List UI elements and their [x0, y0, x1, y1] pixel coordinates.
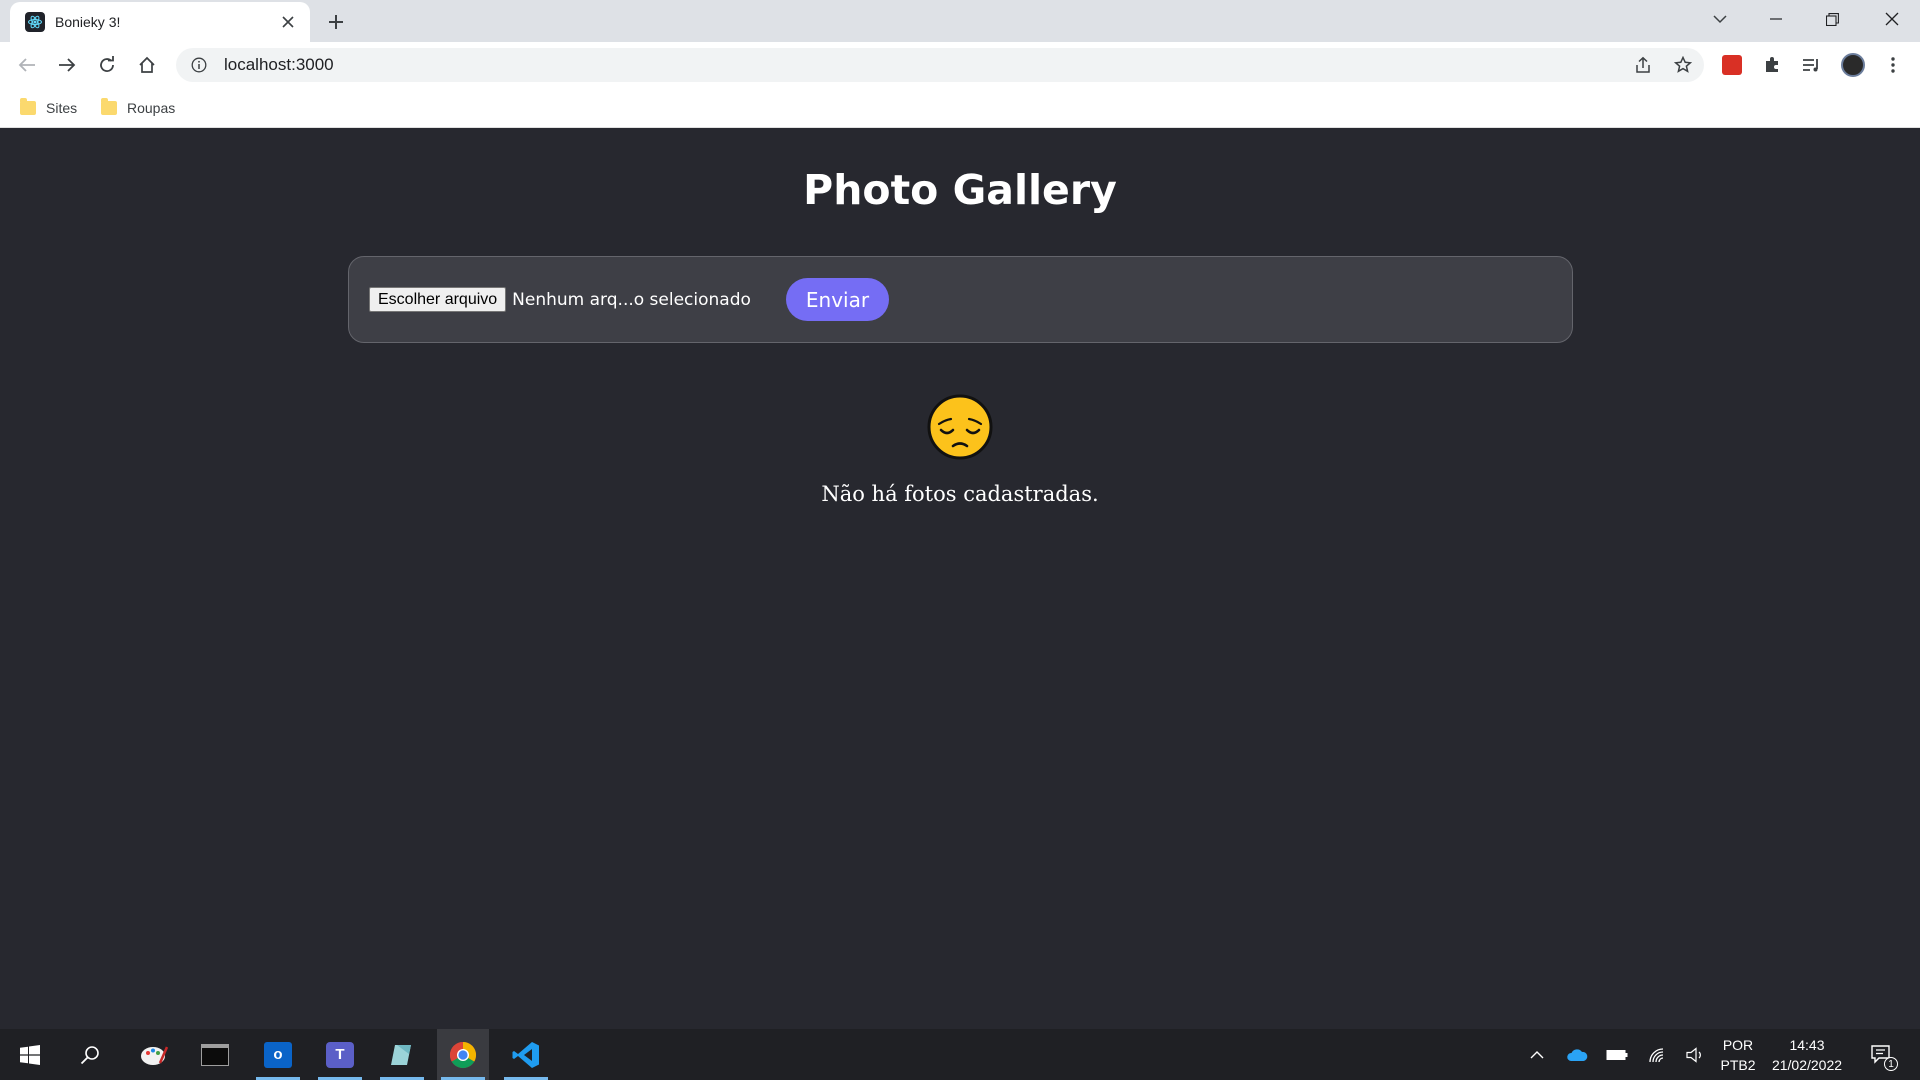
show-hidden-icons[interactable] [1520, 1029, 1554, 1080]
back-icon[interactable] [11, 49, 43, 81]
bookmark-roupas[interactable]: Roupas [101, 96, 175, 120]
restore-icon[interactable] [1804, 0, 1860, 38]
close-window-icon[interactable] [1864, 0, 1920, 38]
extensions-puzzle-icon[interactable] [1757, 50, 1787, 80]
new-tab-icon[interactable] [322, 8, 350, 36]
notifications-icon[interactable]: 1 [1862, 1029, 1902, 1080]
submit-button[interactable]: Enviar [785, 278, 890, 321]
onedrive-icon[interactable] [1560, 1029, 1594, 1080]
forward-icon[interactable] [51, 49, 83, 81]
search-icon[interactable] [64, 1029, 116, 1080]
bookmarks-bar: Sites Roupas [0, 88, 1920, 128]
reload-icon[interactable] [91, 49, 123, 81]
pensive-face-icon [927, 394, 993, 460]
browser-tabstrip: Bonieky 3! [0, 0, 1920, 42]
choose-file-button[interactable]: Escolher arquivo [369, 287, 507, 312]
extension-red-icon[interactable] [1717, 50, 1747, 80]
language-indicator[interactable]: POR PTB2 [1716, 1029, 1760, 1080]
paint-icon[interactable] [128, 1029, 180, 1080]
browser-toolbar: localhost:3000 [0, 42, 1920, 88]
react-icon [25, 12, 45, 32]
clock[interactable]: 14:43 21/02/2022 [1764, 1029, 1850, 1080]
empty-state-message: Não há fotos cadastradas. [821, 482, 1099, 506]
profile-avatar-icon[interactable] [1838, 50, 1868, 80]
browser-tab[interactable]: Bonieky 3! [10, 2, 310, 42]
notes-icon[interactable] [376, 1029, 428, 1080]
page-content: Photo Gallery Escolher arquivo Nenhum ar… [0, 129, 1920, 1029]
keyboard-layout: PTB2 [1720, 1056, 1756, 1073]
tab-title: Bonieky 3! [55, 14, 121, 30]
home-icon[interactable] [131, 49, 163, 81]
media-controls-icon[interactable] [1797, 50, 1827, 80]
address-url: localhost:3000 [224, 55, 334, 74]
start-icon[interactable] [4, 1029, 56, 1080]
bookmark-label: Roupas [127, 100, 176, 116]
bookmark-star-icon[interactable] [1668, 50, 1698, 80]
outlook-icon[interactable]: o [252, 1029, 304, 1080]
page-title: Photo Gallery [803, 166, 1117, 214]
bookmark-sites[interactable]: Sites [20, 96, 77, 120]
menu-kebab-icon[interactable] [1878, 50, 1908, 80]
windows-taskbar: o T POR PTB2 14:43 21/02/2022 1 [0, 1029, 1920, 1080]
bookmark-label: Sites [46, 100, 78, 116]
vscode-icon[interactable] [500, 1029, 552, 1080]
site-info-icon[interactable] [190, 56, 208, 74]
address-bar[interactable]: localhost:3000 [176, 48, 1704, 82]
upload-form: Escolher arquivo Nenhum arq...o selecion… [348, 256, 1573, 343]
language-code: POR [1722, 1036, 1754, 1053]
clock-time: 14:43 [1789, 1036, 1825, 1053]
folder-icon [101, 98, 117, 115]
battery-icon[interactable] [1600, 1029, 1634, 1080]
tab-search-icon[interactable] [1692, 0, 1748, 38]
folder-icon [20, 98, 36, 115]
terminal-icon[interactable] [189, 1029, 241, 1080]
clock-date: 21/02/2022 [1771, 1056, 1843, 1073]
wifi-icon[interactable] [1640, 1029, 1674, 1080]
file-status-text: Nenhum arq...o selecionado [512, 289, 751, 310]
notification-count: 1 [1884, 1057, 1898, 1071]
teams-icon[interactable]: T [314, 1029, 366, 1080]
minimize-icon[interactable] [1748, 0, 1804, 38]
close-tab-icon[interactable] [278, 12, 298, 32]
chrome-icon[interactable] [437, 1029, 489, 1080]
share-icon[interactable] [1628, 50, 1658, 80]
volume-icon[interactable] [1678, 1029, 1712, 1080]
